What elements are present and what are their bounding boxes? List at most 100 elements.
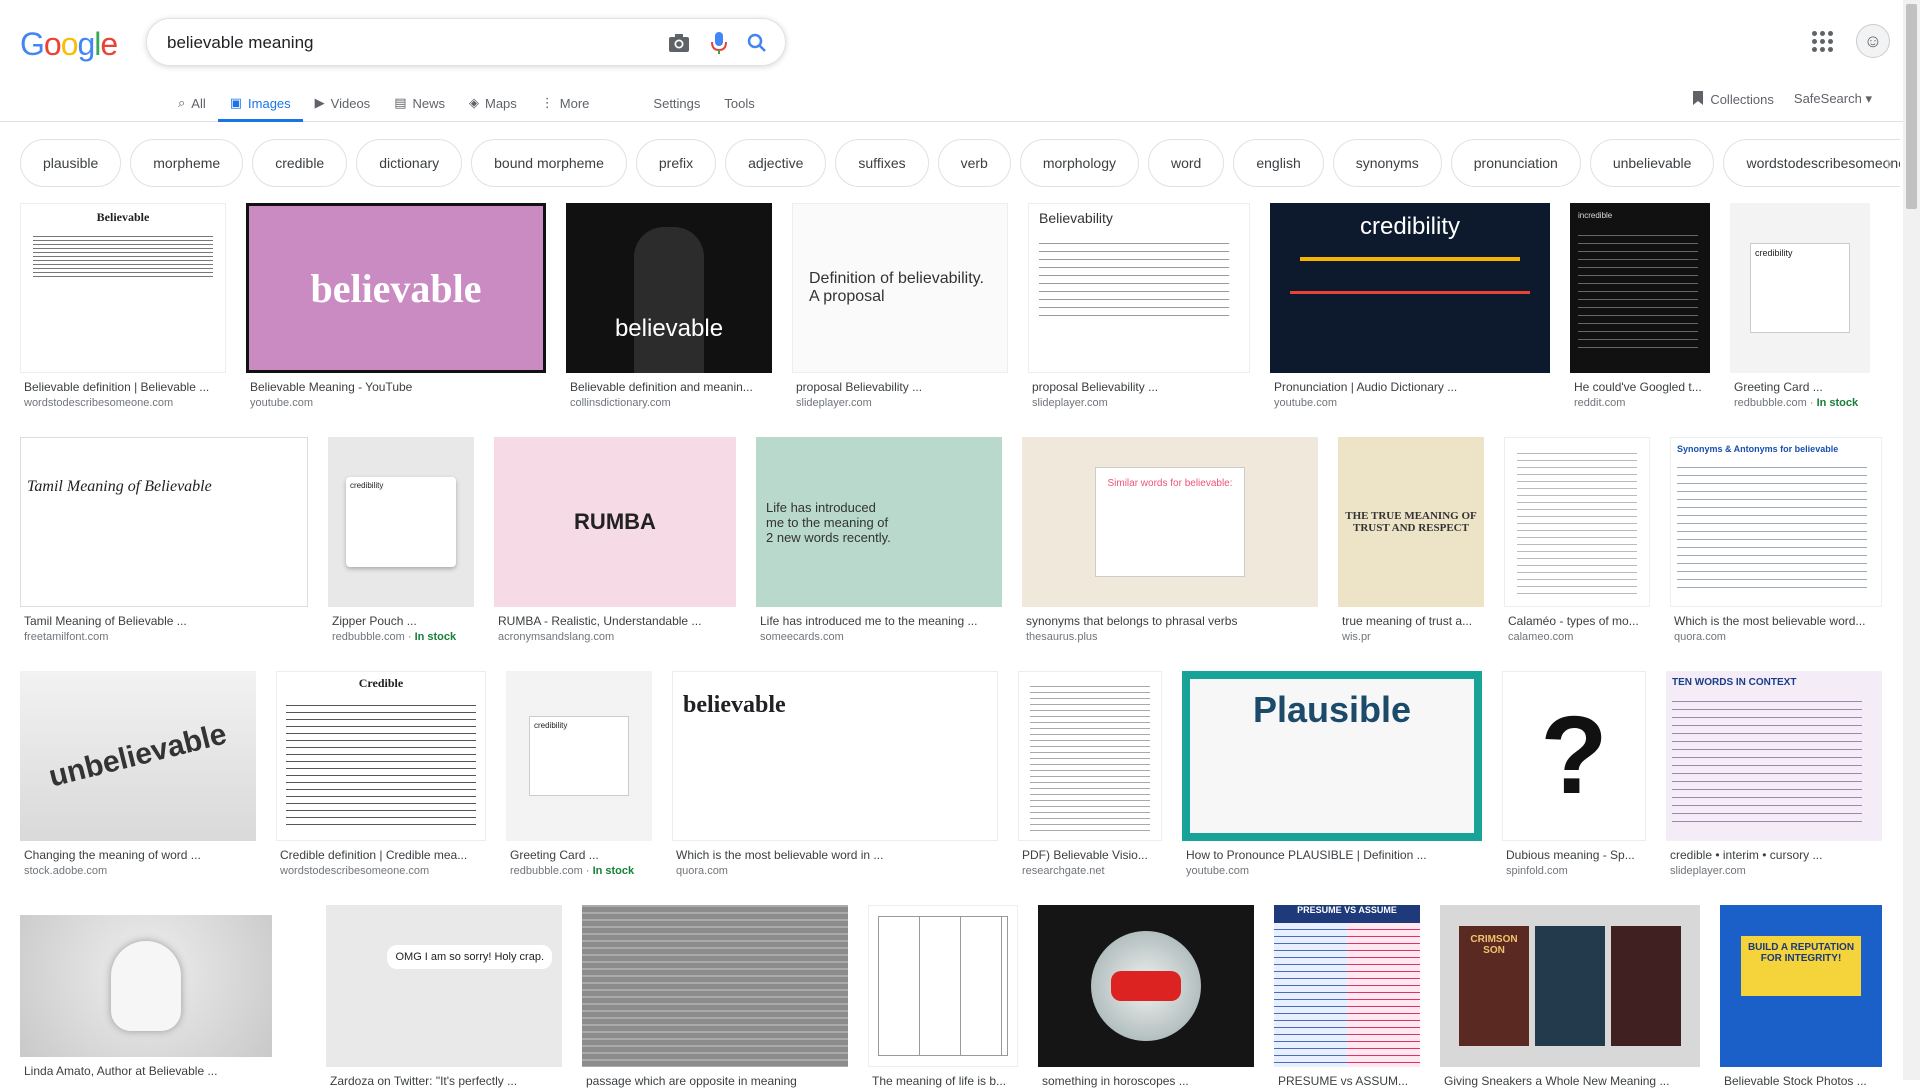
result-thumbnail[interactable]: Plausible (1182, 671, 1482, 841)
tab-videos[interactable]: ▶ Videos (303, 84, 383, 122)
safesearch-dropdown[interactable]: SafeSearch ▾ (1794, 91, 1872, 107)
result-thumbnail[interactable]: CRIMSON SON (1440, 905, 1700, 1067)
chip[interactable]: english (1233, 139, 1324, 187)
image-result[interactable]: something in horoscopes ... (1038, 905, 1254, 1088)
image-result[interactable]: CRIMSON SON Giving Sneakers a Whole New … (1440, 905, 1700, 1088)
result-source[interactable]: freetamilfont.com (20, 631, 308, 643)
result-title[interactable]: Giving Sneakers a Whole New Meaning ... (1440, 1074, 1700, 1088)
image-result[interactable]: credibility Zipper Pouch ... redbubble.c… (328, 437, 474, 643)
tools-link[interactable]: Tools (712, 84, 766, 122)
result-title[interactable]: Greeting Card ... (1730, 380, 1870, 394)
result-thumbnail[interactable]: THE TRUE MEANING OF TRUST AND RESPECT (1338, 437, 1484, 607)
result-thumbnail[interactable]: Similar words for believable: (1022, 437, 1318, 607)
result-thumbnail[interactable]: incredible (1570, 203, 1710, 373)
result-title[interactable]: Credible definition | Credible mea... (276, 848, 486, 862)
result-thumbnail[interactable]: BUILD A REPUTATION FOR INTEGRITY! (1720, 905, 1882, 1067)
tab-news[interactable]: ▤ News (382, 84, 457, 122)
result-source[interactable]: slideplayer.com (792, 397, 1008, 409)
image-result[interactable]: Plausible How to Pronounce PLAUSIBLE | D… (1182, 671, 1482, 877)
search-input[interactable] (167, 31, 637, 55)
result-thumbnail[interactable]: Believable (20, 203, 226, 373)
image-result[interactable]: ? Dubious meaning - Sp... spinfold.com (1502, 671, 1646, 877)
image-result[interactable]: PDF) Believable Visio... researchgate.ne… (1018, 671, 1162, 877)
result-thumbnail[interactable]: ? (1502, 671, 1646, 841)
image-result[interactable]: credibility Pronunciation | Audio Dictio… (1270, 203, 1550, 409)
result-title[interactable]: PDF) Believable Visio... (1018, 848, 1162, 862)
result-title[interactable]: synonyms that belongs to phrasal verbs (1022, 614, 1318, 628)
microphone-icon[interactable] (707, 31, 731, 55)
image-result[interactable]: Linda Amato, Author at Believable ... (20, 905, 272, 1078)
image-result[interactable]: believable Believable definition and mea… (566, 203, 772, 409)
image-result[interactable]: believable Which is the most believable … (672, 671, 998, 877)
image-result[interactable]: Believability proposal Believability ...… (1028, 203, 1250, 409)
result-source[interactable]: thesaurus.plus (1022, 631, 1318, 643)
result-source[interactable]: collinsdictionary.com (566, 397, 772, 409)
apps-grid-icon[interactable] (1810, 29, 1834, 53)
image-result[interactable]: Calaméo - types of mo... calameo.com (1504, 437, 1650, 643)
result-source[interactable]: someecards.com (756, 631, 1002, 643)
image-result[interactable]: PRESUME VS ASSUME PRESUME vs ASSUM... (1274, 905, 1420, 1088)
result-source[interactable]: wis.pr (1338, 631, 1484, 643)
search-icon[interactable] (745, 31, 769, 55)
scrollbar-thumb[interactable] (1906, 4, 1917, 209)
result-thumbnail[interactable]: OMG I am so sorry! Holy crap. (326, 905, 562, 1067)
image-result[interactable]: RUMBA RUMBA - Realistic, Understandable … (494, 437, 736, 643)
tab-images[interactable]: ▣ Images (217, 84, 303, 122)
result-source[interactable]: youtube.com (1270, 397, 1550, 409)
chip[interactable]: wordstodescribesomeone (1723, 139, 1900, 187)
image-result[interactable]: The meaning of life is b... (868, 905, 1018, 1088)
result-source[interactable]: youtube.com (246, 397, 546, 409)
page-scrollbar[interactable] (1903, 0, 1920, 1080)
result-thumbnail[interactable]: believable (566, 203, 772, 373)
result-title[interactable]: Life has introduced me to the meaning ..… (756, 614, 1002, 628)
collections-link[interactable]: Collections (1692, 90, 1774, 109)
image-result[interactable]: believable Believable Meaning - YouTube … (246, 203, 546, 409)
image-result[interactable]: credibility Greeting Card ... redbubble.… (506, 671, 652, 877)
result-source[interactable]: calameo.com (1504, 631, 1650, 643)
image-result[interactable]: Definition of believability. A proposal … (792, 203, 1008, 409)
result-thumbnail[interactable]: Believability (1028, 203, 1250, 373)
result-thumbnail[interactable] (868, 905, 1018, 1067)
result-title[interactable]: Believable definition and meanin... (566, 380, 772, 394)
image-result[interactable]: Similar words for believable: synonyms t… (1022, 437, 1318, 643)
result-title[interactable]: true meaning of trust a... (1338, 614, 1484, 628)
result-title[interactable]: Greeting Card ... (506, 848, 652, 862)
result-thumbnail[interactable]: Synonyms & Antonyms for believable (1670, 437, 1882, 607)
result-source[interactable]: spinfold.com (1502, 865, 1646, 877)
result-source[interactable]: slideplayer.com (1028, 397, 1250, 409)
chip[interactable]: synonyms (1332, 139, 1442, 187)
result-title[interactable]: RUMBA - Realistic, Understandable ... (494, 614, 736, 628)
result-title[interactable]: proposal Believability ... (1028, 380, 1250, 394)
chip[interactable]: unbelievable (1589, 139, 1715, 187)
result-source[interactable]: stock.adobe.com (20, 865, 256, 877)
image-result[interactable]: BUILD A REPUTATION FOR INTEGRITY! Believ… (1720, 905, 1882, 1088)
result-title[interactable]: Believable Meaning - YouTube (246, 380, 546, 394)
chip[interactable]: word (1148, 139, 1225, 187)
image-result[interactable]: OMG I am so sorry! Holy crap. Zardoza on… (326, 905, 562, 1088)
chip[interactable]: credible (252, 139, 348, 187)
result-thumbnail[interactable] (20, 915, 272, 1057)
tab-all[interactable]: ⌕ All (166, 84, 218, 122)
chip[interactable]: suffixes (835, 139, 929, 187)
tab-maps[interactable]: ◈ Maps (457, 84, 529, 122)
result-thumbnail[interactable]: believable (246, 203, 546, 373)
result-title[interactable]: PRESUME vs ASSUM... (1274, 1074, 1420, 1088)
result-thumbnail[interactable] (1018, 671, 1162, 841)
image-result[interactable]: TEN WORDS IN CONTEXT credible • interim … (1666, 671, 1882, 877)
camera-icon[interactable] (667, 31, 691, 55)
result-source[interactable]: slideplayer.com (1666, 865, 1882, 877)
result-thumbnail[interactable]: believable (672, 671, 998, 841)
result-thumbnail[interactable]: credibility (506, 671, 652, 841)
result-title[interactable]: Tamil Meaning of Believable ... (20, 614, 308, 628)
result-source[interactable]: wordstodescribesomeone.com (276, 865, 486, 877)
tab-more[interactable]: ⋮ More (529, 84, 602, 122)
result-source[interactable]: acronymsandslang.com (494, 631, 736, 643)
result-source[interactable]: reddit.com (1570, 397, 1710, 409)
result-thumbnail[interactable]: credibility (1730, 203, 1870, 373)
result-source[interactable]: quora.com (672, 865, 998, 877)
result-title[interactable]: Linda Amato, Author at Believable ... (20, 1064, 272, 1078)
google-logo[interactable]: Google (20, 26, 118, 63)
result-title[interactable]: Zardoza on Twitter: "It's perfectly ... (326, 1074, 562, 1088)
result-thumbnail[interactable]: Life has introduced me to the meaning of… (756, 437, 1002, 607)
result-thumbnail[interactable]: Credible (276, 671, 486, 841)
